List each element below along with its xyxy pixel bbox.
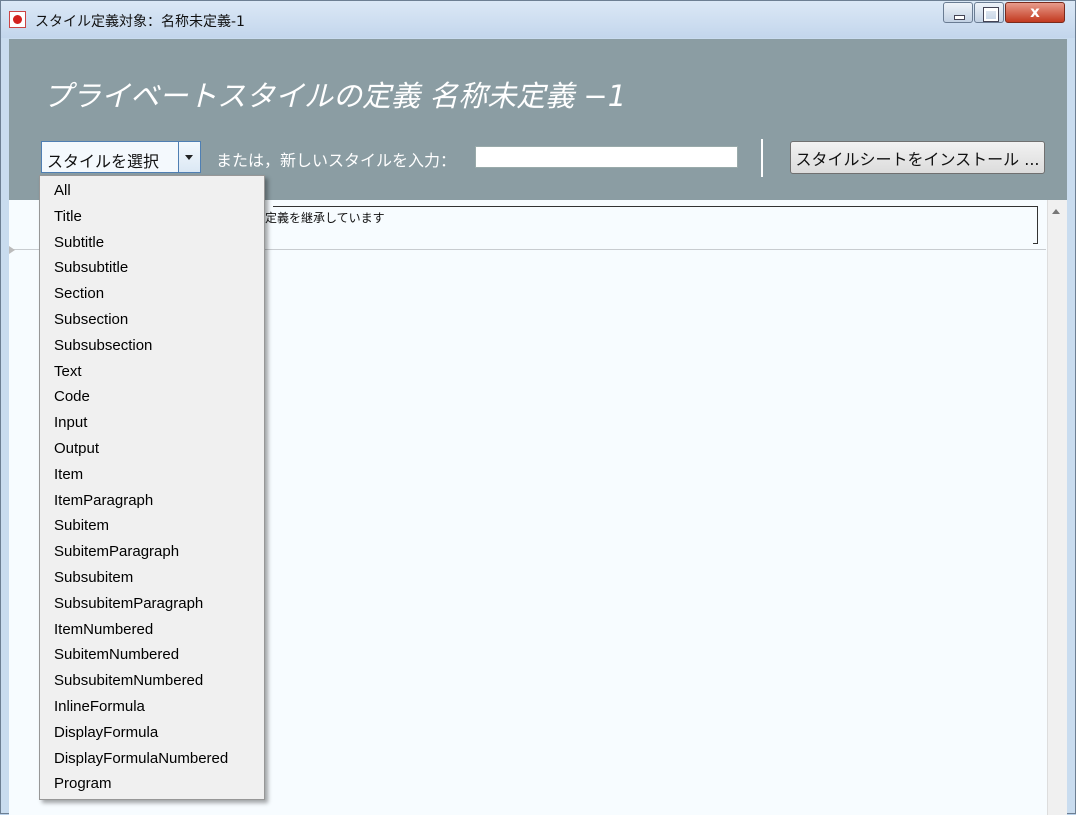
dropdown-item-code[interactable]: Code xyxy=(40,384,264,410)
app-icon[interactable] xyxy=(9,11,26,28)
dropdown-item-subsubtitle[interactable]: Subsubtitle xyxy=(40,255,264,281)
dropdown-item-subitem[interactable]: Subitem xyxy=(40,513,264,539)
dropdown-items: All Title Subtitle Subsubtitle Section Subsec… xyxy=(40,178,264,797)
close-icon: x xyxy=(1030,3,1040,21)
dropdown-item-program[interactable]: Program xyxy=(40,771,264,797)
vertical-scrollbar[interactable] xyxy=(1047,200,1067,815)
dropdown-item-subsubitemparagraph[interactable]: SubsubitemParagraph xyxy=(40,591,264,617)
divider xyxy=(761,139,763,177)
dropdown-item-subtitle[interactable]: Subtitle xyxy=(40,230,264,256)
dropdown-item-all[interactable]: All xyxy=(40,178,264,204)
cell-marker-icon xyxy=(9,246,15,254)
dropdown-item-subitemparagraph[interactable]: SubitemParagraph xyxy=(40,539,264,565)
dropdown-item-subsubsection[interactable]: Subsubsection xyxy=(40,333,264,359)
style-select-label: スタイルを選択 xyxy=(47,152,160,171)
dropdown-item-subsubitemnumbered[interactable]: SubsubitemNumbered xyxy=(40,668,264,694)
page-title: プライベートスタイルの定義 名称未定義 −1 xyxy=(43,79,627,113)
dropdown-item-displayformulanumbered[interactable]: DisplayFormulaNumbered xyxy=(40,746,264,772)
dropdown-item-item[interactable]: Item xyxy=(40,462,264,488)
style-definition-window: スタイル定義対象：名称未定義-1 x プライベートスタイルの定義 名称未定義 −… xyxy=(0,0,1076,815)
cell-bracket[interactable] xyxy=(1033,206,1038,244)
dropdown-item-itemparagraph[interactable]: ItemParagraph xyxy=(40,488,264,514)
dropdown-item-itemnumbered[interactable]: ItemNumbered xyxy=(40,617,264,643)
minimize-button[interactable] xyxy=(943,2,973,23)
dropdown-item-output[interactable]: Output xyxy=(40,436,264,462)
style-select-combo[interactable]: スタイルを選択 xyxy=(41,141,201,173)
style-dropdown-list[interactable]: All Title Subtitle Subsubtitle Section Subsec… xyxy=(39,175,265,800)
close-button[interactable]: x xyxy=(1005,2,1065,23)
dropdown-item-title[interactable]: Title xyxy=(40,204,264,230)
dropdown-item-inlineformula[interactable]: InlineFormula xyxy=(40,694,264,720)
dropdown-item-subsubitem[interactable]: Subsubitem xyxy=(40,565,264,591)
title-bar[interactable]: スタイル定義対象：名称未定義-1 x xyxy=(1,1,1075,38)
install-stylesheet-button[interactable]: スタイルシートをインストール ... xyxy=(790,141,1045,174)
dropdown-item-input[interactable]: Input xyxy=(40,410,264,436)
new-style-label: または，新しいスタイルを入力： xyxy=(216,151,457,170)
new-style-input[interactable] xyxy=(475,146,738,168)
dropdown-item-subitemnumbered[interactable]: SubitemNumbered xyxy=(40,642,264,668)
inherited-definition-text: 定義を継承しています xyxy=(265,211,385,225)
dropdown-item-displayformula[interactable]: DisplayFormula xyxy=(40,720,264,746)
chevron-down-icon[interactable] xyxy=(178,142,200,172)
dropdown-item-subsection[interactable]: Subsection xyxy=(40,307,264,333)
window-title: スタイル定義対象：名称未定義-1 xyxy=(35,14,245,30)
dropdown-item-section[interactable]: Section xyxy=(40,281,264,307)
maximize-button[interactable] xyxy=(974,2,1004,23)
dropdown-item-text[interactable]: Text xyxy=(40,359,264,385)
scroll-up-icon[interactable] xyxy=(1052,209,1060,214)
cell-top-border xyxy=(273,206,1034,207)
